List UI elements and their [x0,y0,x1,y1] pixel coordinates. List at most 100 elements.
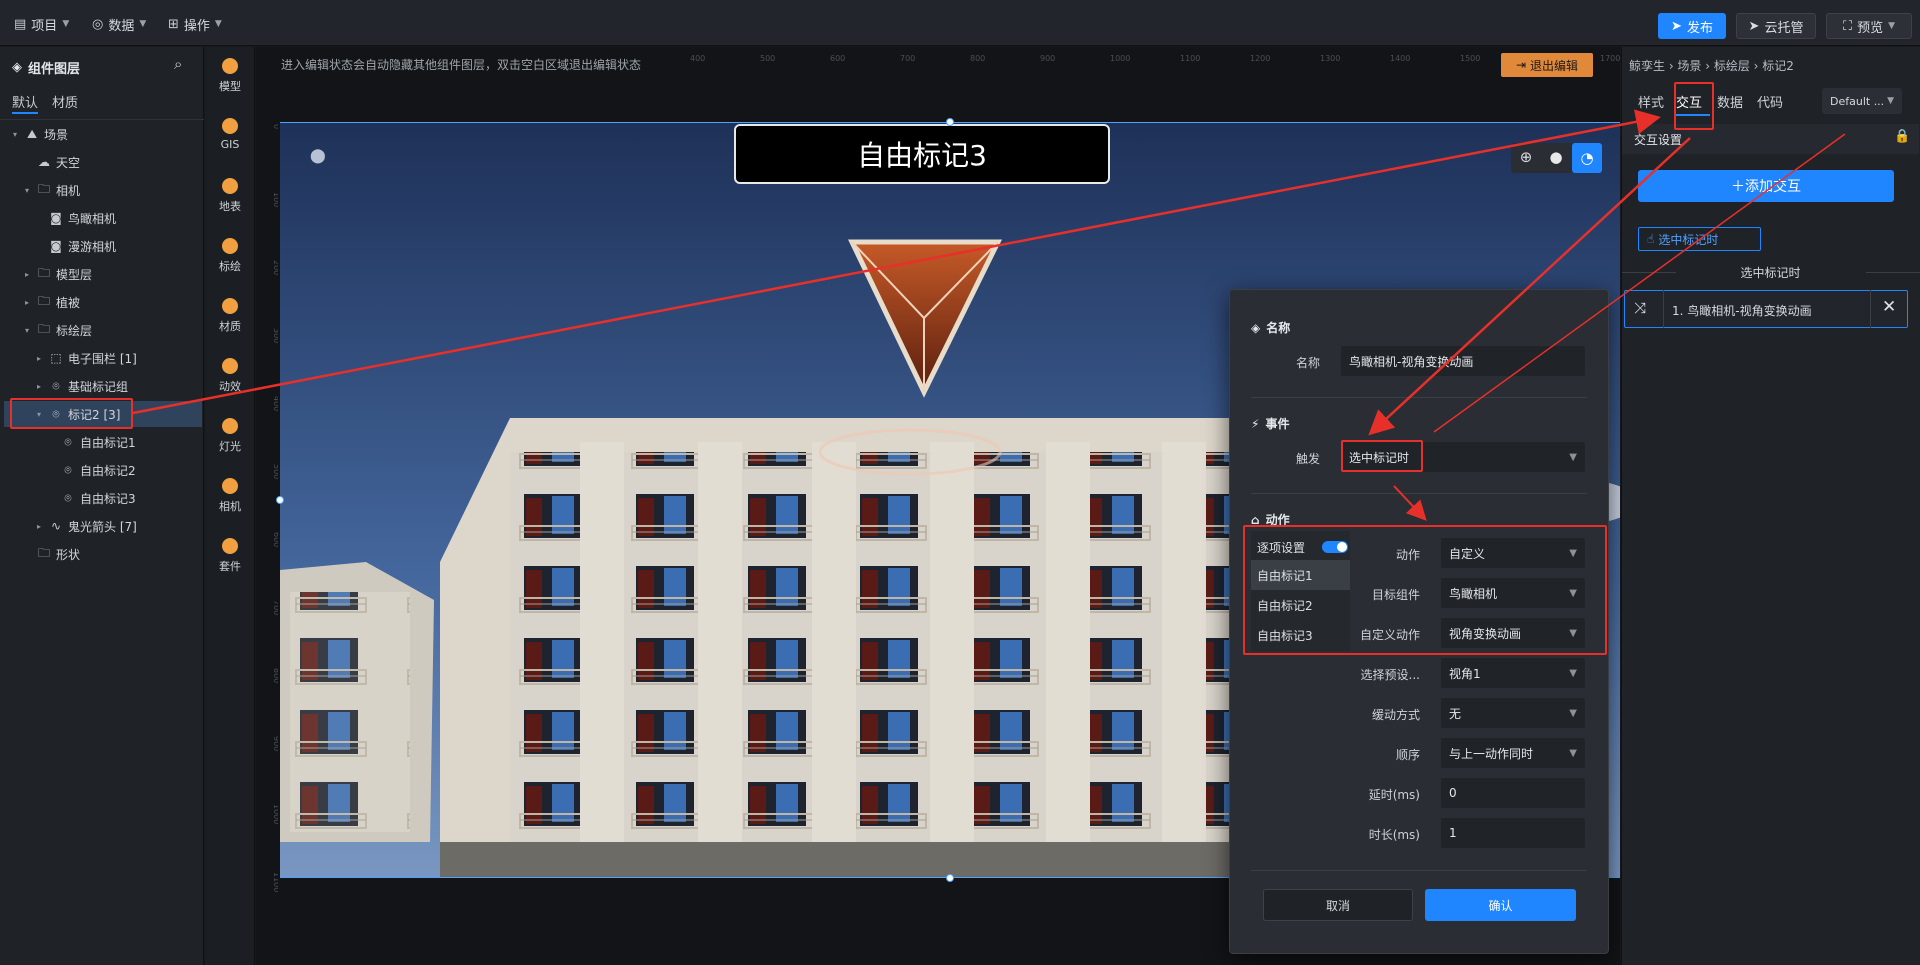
expand-arrow-icon[interactable]: ▸ [22,270,32,279]
trigger-filter-tag[interactable]: ☝ 选中标记时 [1638,227,1761,251]
layer-tree-item[interactable]: ⌾ 自由标记1 [4,429,202,455]
resize-handle[interactable] [946,874,954,882]
layer-tree-item-label: 自由标记2 [80,463,136,478]
kit-tool[interactable]: 套件 [205,538,255,574]
ruler-tick-label: 700 [900,54,915,63]
expand-arrow-icon[interactable]: ▸ [22,298,32,307]
expand-arrow-icon[interactable]: ▸ [34,382,44,391]
location-pin-icon[interactable]: ⬤ [310,148,326,164]
layer-tree-item[interactable]: ▸ ∿ 鬼光箭头 [7] [4,513,202,539]
exit-edit-button[interactable]: ⇥ 退出编辑 [1501,53,1593,77]
cancel-button[interactable]: 取消 [1263,889,1413,921]
sphere-icon[interactable]: ● [1546,148,1566,168]
layer-tree-item[interactable]: ▸ ⌾ 基础标记组 [4,373,202,399]
terrain-tool[interactable]: 地表 [205,178,255,214]
tab-data[interactable]: 数据 [1717,92,1743,111]
layer-tree-item[interactable]: ▾ 🗀 相机 [4,177,202,203]
active-tab-indicator [12,112,38,114]
send-icon: ➤ [1671,18,1682,34]
camera-tool[interactable]: 相机 [205,478,255,514]
highlight-box-trigger [1341,440,1423,472]
menu-data[interactable]: ◎ 数据 ▼ [92,12,146,36]
expand-arrow-icon[interactable]: ▸ [34,522,44,531]
ruler-vertical: 0 100 200 300 400 500 600 700 800 900 1000 1100 [272,124,278,892]
light-tool[interactable]: 灯光 [205,418,255,454]
ruler-tick-label: 1100 [1180,54,1200,63]
layer-tree-item[interactable]: ▸ ⬚ 电子围栏 [1] [4,345,202,371]
action-field-select[interactable]: 视角1 ▼ [1441,658,1585,688]
layer-tree-item-label: 植被 [56,295,81,310]
expand-arrow-icon[interactable]: ▾ [10,130,20,139]
gis-tool[interactable]: GIS [205,118,255,151]
close-icon[interactable]: ✕ [1882,297,1896,317]
layer-tree-item[interactable]: ▸ 🗀 植被 [4,289,202,315]
folder-icon: 🗀 [37,181,50,196]
layer-tree-item[interactable]: ▸ 🗀 模型层 [4,261,202,287]
resize-handle[interactable] [946,118,954,126]
expand-arrow-icon[interactable]: ▸ [34,354,44,363]
number-input[interactable]: 1 [1441,818,1585,848]
cloud-icon: ☁ [38,155,50,169]
ruler-tick-label: 500 [760,54,775,63]
effect-tool[interactable]: 动效 [205,358,255,394]
marker-icon: ⌾ [64,490,72,505]
folder-icon: 🗀 [37,321,50,336]
lock-icon[interactable]: 🔒 [1894,129,1910,144]
highlight-box-actions [1243,525,1607,655]
plot-tool[interactable]: 标绘 [205,238,255,274]
layer-tree-item[interactable]: ▾ 🗀 标绘层 [4,317,202,343]
layer-tree-item-label: 相机 [56,183,81,198]
material-tool[interactable]: 材质 [205,298,255,334]
layer-tree-item[interactable]: 🗀 形状 [4,541,202,567]
tab-code[interactable]: 代码 [1757,92,1783,111]
folder-icon: 🗀 [37,293,50,308]
layer-tree-item[interactable]: ▾ ⛰ 场景 [4,121,202,147]
ruler-tick-label: 1500 [1460,54,1480,63]
building-left-windows [290,592,410,832]
globe-icon[interactable]: ⊕ [1516,148,1536,168]
layer-tree-item[interactable]: ☁ 天空 [4,149,202,175]
divider [0,119,204,120]
confirm-button[interactable]: 确认 [1425,889,1576,921]
model-icon [222,58,238,74]
ruler-tick-label: 600 [272,532,278,547]
action-field-select[interactable]: 无 ▼ [1441,698,1585,728]
publish-button[interactable]: ➤ 发布 [1658,13,1726,39]
theme-select[interactable]: Default ... ▼ [1822,88,1902,114]
search-icon[interactable]: ⌕ [174,55,182,73]
expand-arrow-icon[interactable]: ▾ [22,326,32,335]
layer-tree-item[interactable]: ⌾ 自由标记3 [4,485,202,511]
menu-operation[interactable]: ⊞ 操作 ▼ [168,12,222,36]
expand-arrow-icon[interactable]: ▾ [22,186,32,195]
ruler-tick-label: 1300 [1320,54,1340,63]
name-input[interactable]: 鸟瞰相机-视角变换动画 [1341,346,1585,376]
orbit-icon[interactable]: ◔ [1572,143,1602,173]
add-interaction-button[interactable]: ＋添加交互 [1638,170,1894,202]
ruler-tick-label: 800 [970,54,985,63]
cloud-host-button[interactable]: ➤ 云托管 [1736,13,1816,39]
plot-icon [222,238,238,254]
top-toolbar [0,0,1920,46]
tab-material[interactable]: 材质 [52,92,78,111]
material-icon [222,298,238,314]
marker-title-label[interactable]: 自由标记3 [734,124,1110,184]
shuffle-icon: ⤨ [1634,299,1647,317]
ruler-tick-label: 800 [272,668,278,683]
action-field-select[interactable]: 与上一动作同时 ▼ [1441,738,1585,768]
number-input[interactable]: 0 [1441,778,1585,808]
marker-icon: ⌾ [52,378,60,393]
action-field-label: 时长(ms) [1368,828,1420,842]
model-tool[interactable]: 模型 [205,58,255,94]
breadcrumb: 鲸孪生 › 场景 › 标绘层 › 标记2 [1629,59,1794,73]
layer-tree-item[interactable]: ◙ 漫游相机 [4,233,202,259]
layer-tree-item-label: 鬼光箭头 [7] [68,519,137,534]
database-icon: ◎ [92,16,104,32]
preview-button[interactable]: ⛶ 预览 ▼ [1826,13,1912,39]
layer-tree-item-label: 自由标记1 [80,435,136,450]
tab-default[interactable]: 默认 [12,92,38,111]
layer-tree-item[interactable]: ◙ 鸟瞰相机 [4,205,202,231]
resize-handle[interactable] [276,496,284,504]
tab-style[interactable]: 样式 [1638,92,1664,111]
layer-tree-item[interactable]: ⌾ 自由标记2 [4,457,202,483]
menu-project[interactable]: ▤ 项目 ▼ [14,12,69,36]
